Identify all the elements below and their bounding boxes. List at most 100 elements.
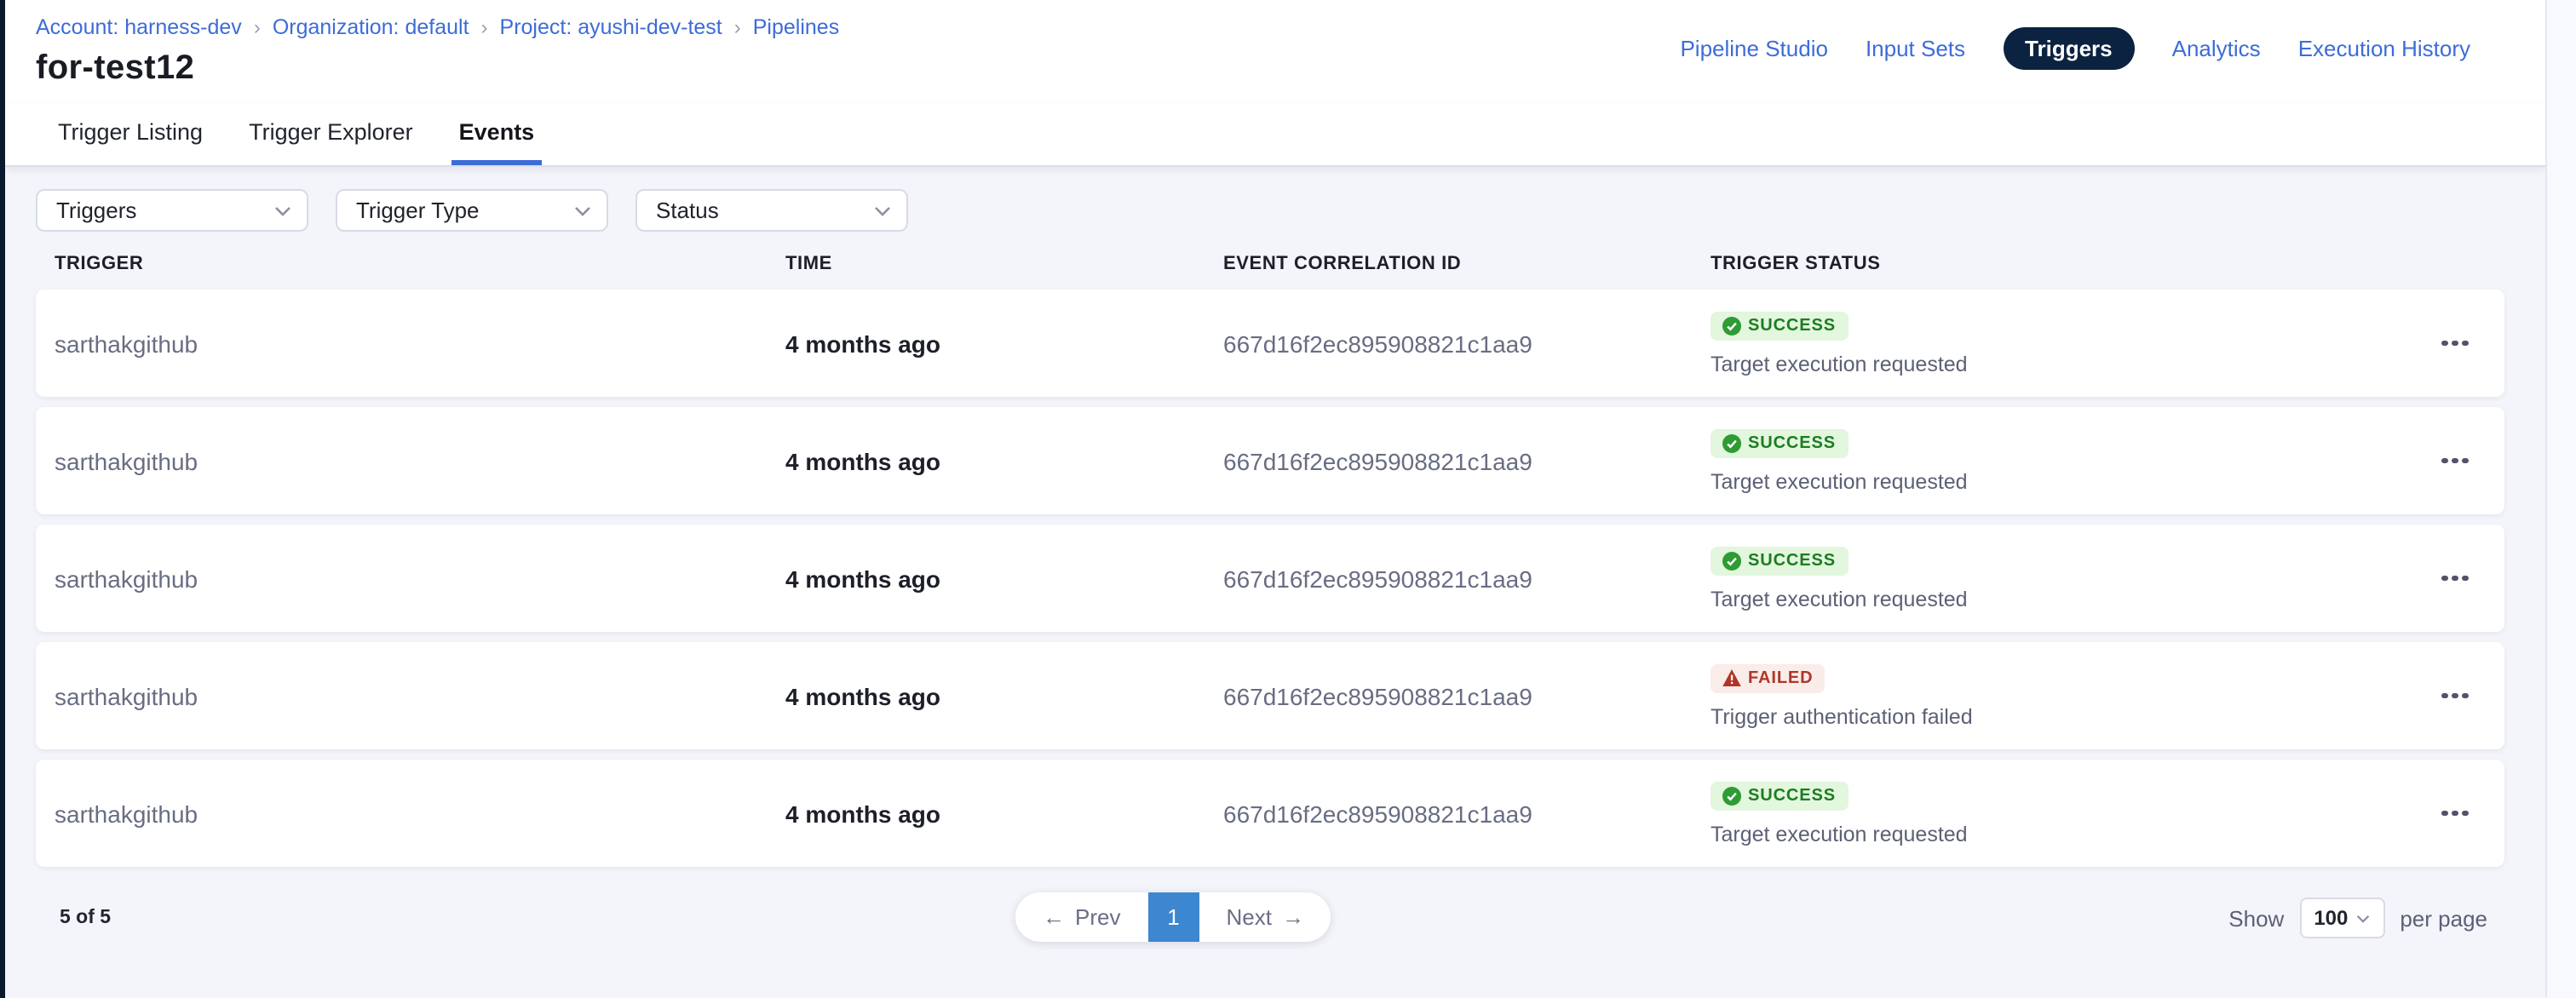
status-message: Target execution requested (1711, 587, 2424, 611)
prev-label: Prev (1075, 904, 1120, 930)
column-header-trigger-status: TRIGGER STATUS (1711, 254, 2424, 274)
row-options-menu-icon[interactable] (2424, 642, 2486, 749)
nav-analytics[interactable]: Analytics (2172, 36, 2261, 61)
trigger-type-filter-dropdown[interactable]: Trigger Type (336, 189, 608, 232)
tab-trigger-explorer[interactable]: Trigger Explorer (242, 104, 420, 165)
arrow-left-icon: ← (1043, 906, 1065, 928)
column-header-event-correlation-id: EVENT CORRELATION ID (1223, 254, 1711, 274)
row-options-menu-icon[interactable] (2424, 407, 2486, 514)
filters: Triggers Trigger Type Status (36, 189, 2504, 232)
check-circle-icon (1722, 551, 1741, 570)
status-message: Trigger authentication failed (1711, 704, 2424, 728)
trigger-status-cell: FAILED Trigger authentication failed (1711, 663, 2424, 728)
status-badge: SUCCESS (1711, 781, 1848, 810)
event-correlation-id: 667d16f2ec895908821c1aa9 (1223, 330, 1711, 357)
status-message: Target execution requested (1711, 469, 2424, 493)
status-label: SUCCESS (1748, 551, 1836, 570)
main-area: Account: harness-dev › Organization: def… (5, 0, 2545, 998)
breadcrumb-separator: › (254, 18, 261, 38)
tab-trigger-listing[interactable]: Trigger Listing (51, 104, 210, 165)
per-page-label: per page (2400, 905, 2487, 931)
breadcrumb-account-link[interactable]: Account: harness-dev (36, 17, 242, 38)
breadcrumb-pipelines-link[interactable]: Pipelines (753, 17, 839, 38)
show-label: Show (2228, 905, 2284, 931)
table-header: TRIGGER TIME EVENT CORRELATION ID TRIGGE… (36, 254, 2504, 274)
chevron-down-icon (574, 205, 591, 215)
table-body: sarthakgithub 4 months ago 667d16f2ec895… (36, 290, 2504, 867)
page-size-control: Show 100 per page (2228, 898, 2487, 938)
table-row: sarthakgithub 4 months ago 667d16f2ec895… (36, 407, 2504, 514)
pagination-bar: 5 of 5 ← Prev 1 Next → Show (36, 892, 2504, 944)
nav-pipeline-studio[interactable]: Pipeline Studio (1680, 36, 1827, 61)
event-correlation-id: 667d16f2ec895908821c1aa9 (1223, 800, 1711, 827)
trigger-name: sarthakgithub (55, 447, 785, 474)
status-badge: SUCCESS (1711, 428, 1848, 457)
column-header-trigger: TRIGGER (55, 254, 785, 274)
page-size-value: 100 (2314, 906, 2348, 930)
breadcrumb-organization-link[interactable]: Organization: default (273, 17, 469, 38)
scrollbar-track[interactable] (2545, 0, 2576, 998)
event-time: 4 months ago (785, 565, 1223, 592)
nav-triggers-active[interactable]: Triggers (2003, 27, 2135, 70)
trigger-status-cell: SUCCESS Target execution requested (1711, 546, 2424, 611)
page-size-dropdown[interactable]: 100 (2299, 898, 2384, 938)
row-options-menu-icon[interactable] (2424, 525, 2486, 632)
page: Account: harness-dev › Organization: def… (0, 0, 2576, 998)
status-message: Target execution requested (1711, 352, 2424, 376)
check-circle-icon (1722, 316, 1741, 335)
trigger-type-filter-label: Trigger Type (356, 198, 480, 223)
table-row: sarthakgithub 4 months ago 667d16f2ec895… (36, 525, 2504, 632)
page-number-button[interactable]: 1 (1147, 892, 1199, 942)
arrow-right-icon: → (1282, 906, 1304, 928)
pager: ← Prev 1 Next → (1015, 892, 1331, 942)
page-header: Account: harness-dev › Organization: def… (5, 0, 2545, 104)
status-badge: FAILED (1711, 663, 1826, 692)
trigger-name: sarthakgithub (55, 565, 785, 592)
next-page-button[interactable]: Next → (1199, 892, 1331, 942)
status-label: FAILED (1748, 668, 1814, 687)
chevron-down-icon (274, 205, 291, 215)
table-row: sarthakgithub 4 months ago 667d16f2ec895… (36, 760, 2504, 867)
events-content: Triggers Trigger Type Status TRIGGER TIM… (5, 162, 2545, 998)
breadcrumb-separator: › (481, 18, 488, 38)
event-time: 4 months ago (785, 330, 1223, 357)
status-message: Target execution requested (1711, 822, 2424, 846)
tab-events[interactable]: Events (452, 104, 542, 165)
event-time: 4 months ago (785, 447, 1223, 474)
event-time: 4 months ago (785, 682, 1223, 709)
check-circle-icon (1722, 786, 1741, 805)
status-label: SUCCESS (1748, 316, 1836, 335)
warning-triangle-icon (1722, 669, 1741, 686)
column-header-time: TIME (785, 254, 1223, 274)
trigger-name: sarthakgithub (55, 800, 785, 827)
chevron-down-icon (874, 205, 891, 215)
trigger-status-cell: SUCCESS Target execution requested (1711, 428, 2424, 493)
event-correlation-id: 667d16f2ec895908821c1aa9 (1223, 447, 1711, 474)
check-circle-icon (1722, 433, 1741, 452)
table-row: sarthakgithub 4 months ago 667d16f2ec895… (36, 642, 2504, 749)
status-badge: SUCCESS (1711, 311, 1848, 340)
status-filter-dropdown[interactable]: Status (635, 189, 908, 232)
trigger-status-cell: SUCCESS Target execution requested (1711, 311, 2424, 376)
tab-bar: Trigger Listing Trigger Explorer Events (5, 104, 2545, 167)
triggers-filter-dropdown[interactable]: Triggers (36, 189, 308, 232)
collapsed-sidebar-edge (0, 0, 5, 998)
trigger-name: sarthakgithub (55, 330, 785, 357)
event-time: 4 months ago (785, 800, 1223, 827)
chevron-down-icon (2356, 914, 2370, 922)
nav-input-sets[interactable]: Input Sets (1866, 36, 1965, 61)
event-correlation-id: 667d16f2ec895908821c1aa9 (1223, 565, 1711, 592)
triggers-filter-label: Triggers (56, 198, 136, 223)
trigger-name: sarthakgithub (55, 682, 785, 709)
pipeline-nav: Pipeline Studio Input Sets Triggers Anal… (1680, 27, 2470, 70)
status-label: SUCCESS (1748, 786, 1836, 805)
breadcrumb-project-link[interactable]: Project: ayushi-dev-test (500, 17, 722, 38)
row-options-menu-icon[interactable] (2424, 760, 2486, 867)
trigger-status-cell: SUCCESS Target execution requested (1711, 781, 2424, 846)
breadcrumb-separator: › (734, 18, 741, 38)
row-options-menu-icon[interactable] (2424, 290, 2486, 397)
nav-execution-history[interactable]: Execution History (2298, 36, 2470, 61)
status-badge: SUCCESS (1711, 546, 1848, 575)
table-row: sarthakgithub 4 months ago 667d16f2ec895… (36, 290, 2504, 397)
prev-page-button[interactable]: ← Prev (1015, 892, 1147, 942)
